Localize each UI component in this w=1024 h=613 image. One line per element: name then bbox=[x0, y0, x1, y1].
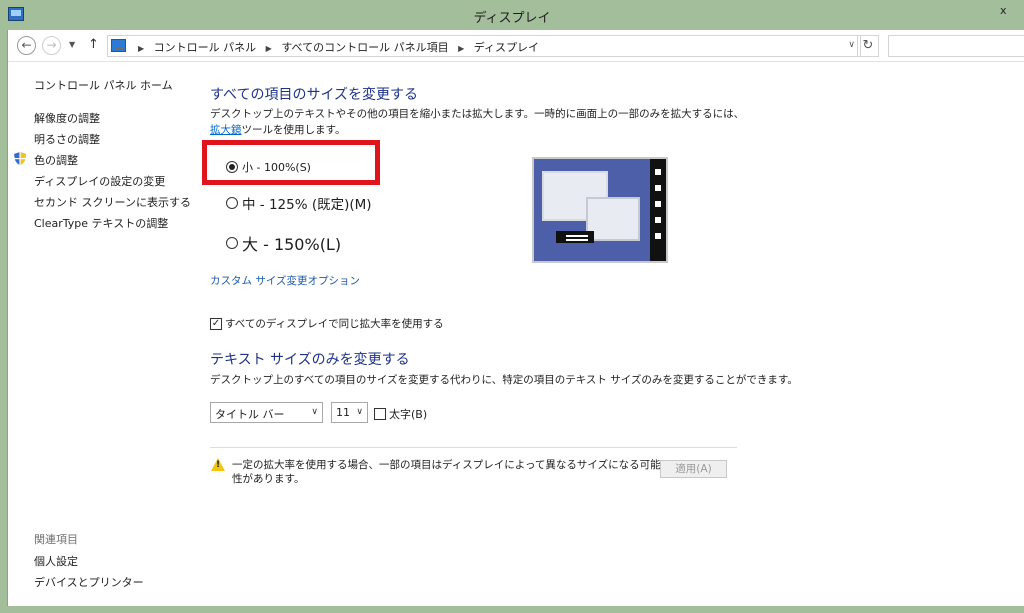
sidebar-item-display-settings[interactable]: ディスプレイの設定の変更 bbox=[34, 173, 165, 189]
related-item-personalize[interactable]: 個人設定 bbox=[34, 553, 78, 569]
breadcrumb-control-panel[interactable]: コントロール パネル bbox=[154, 41, 257, 54]
chevron-right-icon[interactable]: ▶ bbox=[266, 44, 272, 53]
title-bar: ディスプレイ x bbox=[0, 0, 1024, 30]
radio-medium[interactable] bbox=[226, 197, 238, 209]
description-text-end: ツールを使用します。 bbox=[241, 124, 346, 136]
radio-medium-label: 中 - 125% (既定)(M) bbox=[242, 197, 372, 213]
related-item-devices[interactable]: デバイスとプリンター bbox=[34, 574, 144, 590]
control-panel-icon bbox=[111, 39, 126, 52]
breadcrumb-display[interactable]: ディスプレイ bbox=[474, 41, 539, 54]
description-text: デスクトップ上のテキストやその他の項目を縮小または拡大します。一時的に画面上の一… bbox=[210, 108, 745, 120]
address-bar[interactable]: ▶ コントロール パネル ▶ すべてのコントロール パネル項目 ▶ ディスプレイ… bbox=[107, 35, 861, 57]
magnifier-link[interactable]: 拡大鏡 bbox=[210, 124, 242, 136]
navigation-bar: ← → ▼ ↑ ▶ コントロール パネル ▶ すべてのコントロール パネル項目 … bbox=[8, 30, 1024, 62]
close-button[interactable]: x bbox=[1000, 4, 1014, 18]
refresh-button[interactable]: ↻ bbox=[857, 35, 879, 57]
breadcrumb: ▶ コントロール パネル ▶ すべてのコントロール パネル項目 ▶ ディスプレイ bbox=[132, 39, 539, 55]
sidebar-item-brightness[interactable]: 明るさの調整 bbox=[34, 131, 100, 147]
apply-button[interactable]: 適用(A) bbox=[660, 460, 727, 478]
up-button[interactable]: ↑ bbox=[88, 37, 99, 52]
item-select[interactable]: タイトル バー ∨ bbox=[210, 402, 323, 423]
recent-locations-dropdown[interactable]: ▼ bbox=[69, 40, 75, 49]
chevron-down-icon: ∨ bbox=[356, 407, 363, 417]
forward-button[interactable]: → bbox=[42, 36, 61, 55]
window-title: ディスプレイ bbox=[473, 11, 551, 26]
same-scale-checkbox[interactable]: ✓ bbox=[210, 317, 222, 330]
radio-small[interactable] bbox=[226, 161, 238, 173]
radio-medium-option[interactable]: 中 - 125% (既定)(M) bbox=[226, 193, 372, 213]
warning-text: 一定の拡大率を使用する場合、一部の項目はディスプレイによって異なるサイズになる可… bbox=[232, 459, 661, 485]
search-input[interactable] bbox=[888, 35, 1024, 57]
shield-icon bbox=[14, 152, 26, 165]
chevron-right-icon: ▶ bbox=[138, 44, 145, 53]
bold-label: 太字(B) bbox=[389, 408, 428, 421]
bold-option[interactable]: 太字(B) bbox=[374, 406, 427, 422]
back-button[interactable]: ← bbox=[17, 36, 36, 55]
font-size-value: 11 bbox=[336, 406, 350, 419]
radio-large-label: 大 - 150%(L) bbox=[242, 235, 342, 254]
divider bbox=[210, 447, 737, 448]
radio-large[interactable] bbox=[226, 237, 238, 249]
preview-menu-icon bbox=[556, 231, 594, 243]
control-panel-window: ← → ▼ ↑ ▶ コントロール パネル ▶ すべてのコントロール パネル項目 … bbox=[7, 30, 1024, 606]
same-scale-option[interactable]: ✓ すべてのディスプレイで同じ拡大率を使用する bbox=[210, 316, 444, 331]
sidebar-item-cleartype[interactable]: ClearType テキストの調整 bbox=[34, 215, 168, 231]
font-size-select[interactable]: 11 ∨ bbox=[331, 402, 368, 423]
radio-small-option[interactable]: 小 - 100%(S) bbox=[226, 159, 311, 175]
item-select-value: タイトル バー bbox=[215, 408, 285, 421]
sidebar-item-color[interactable]: 色の調整 bbox=[34, 152, 78, 168]
radio-small-label: 小 - 100%(S) bbox=[242, 161, 311, 174]
breadcrumb-all-items[interactable]: すべてのコントロール パネル項目 bbox=[281, 41, 448, 54]
custom-size-link[interactable]: カスタム サイズ変更オプション bbox=[210, 273, 360, 288]
warning-icon bbox=[211, 458, 225, 471]
size-section-description: デスクトップ上のテキストやその他の項目を縮小または拡大します。一時的に画面上の一… bbox=[210, 106, 750, 138]
size-preview-image bbox=[532, 157, 668, 263]
sidebar-home-link[interactable]: コントロール パネル ホーム bbox=[34, 77, 173, 93]
same-scale-label: すべてのディスプレイで同じ拡大率を使用する bbox=[225, 318, 444, 330]
size-section-heading: すべての項目のサイズを変更する bbox=[210, 87, 419, 103]
chevron-right-icon[interactable]: ▶ bbox=[458, 44, 464, 53]
text-section-heading: テキスト サイズのみを変更する bbox=[210, 352, 410, 368]
preview-window-icon bbox=[586, 197, 640, 241]
sidebar-item-resolution[interactable]: 解像度の調整 bbox=[34, 110, 100, 126]
text-section-description: デスクトップ上のすべての項目のサイズを変更する代わりに、特定の項目のテキスト サ… bbox=[210, 374, 798, 386]
bold-checkbox[interactable] bbox=[374, 408, 386, 420]
related-heading: 関連項目 bbox=[34, 533, 78, 546]
radio-large-option[interactable]: 大 - 150%(L) bbox=[226, 231, 341, 255]
preview-charms-bar bbox=[650, 159, 666, 261]
sidebar-item-second-screen[interactable]: セカンド スクリーンに表示する bbox=[34, 194, 191, 210]
chevron-down-icon: ∨ bbox=[311, 407, 318, 417]
chevron-down-icon[interactable]: ∨ bbox=[848, 40, 855, 50]
